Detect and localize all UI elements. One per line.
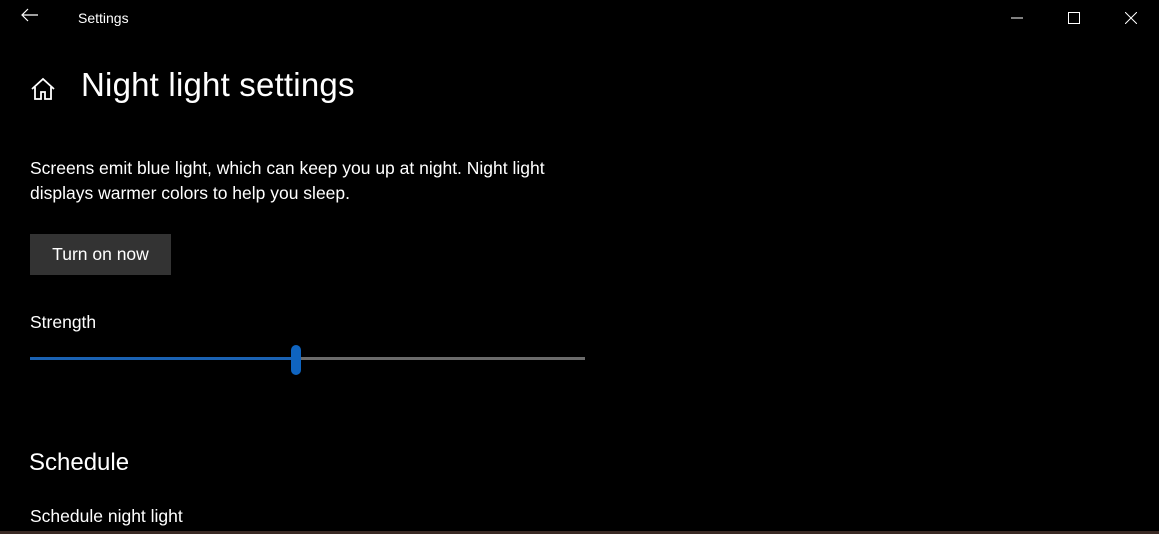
page-title: Night light settings — [81, 66, 355, 103]
minimize-button[interactable] — [994, 0, 1040, 36]
back-arrow-icon — [21, 8, 38, 22]
slider-fill — [30, 357, 297, 360]
schedule-heading: Schedule — [29, 449, 130, 476]
close-button[interactable] — [1108, 0, 1154, 36]
minimize-icon — [1011, 17, 1023, 19]
close-icon — [1125, 12, 1137, 24]
home-button[interactable] — [30, 76, 56, 102]
maximize-button[interactable] — [1051, 0, 1097, 36]
turn-on-now-button[interactable]: Turn on now — [30, 234, 171, 275]
app-title: Settings — [78, 10, 129, 26]
back-button[interactable] — [20, 8, 40, 28]
description-text: Screens emit blue light, which can keep … — [30, 158, 545, 203]
schedule-night-light-label: Schedule night light — [30, 506, 183, 526]
slider-thumb[interactable] — [291, 345, 302, 375]
maximize-icon — [1068, 12, 1080, 24]
strength-slider[interactable] — [30, 344, 585, 375]
title-bar: Settings — [0, 0, 1159, 36]
strength-label: Strength — [30, 312, 97, 332]
home-icon — [31, 77, 55, 100]
